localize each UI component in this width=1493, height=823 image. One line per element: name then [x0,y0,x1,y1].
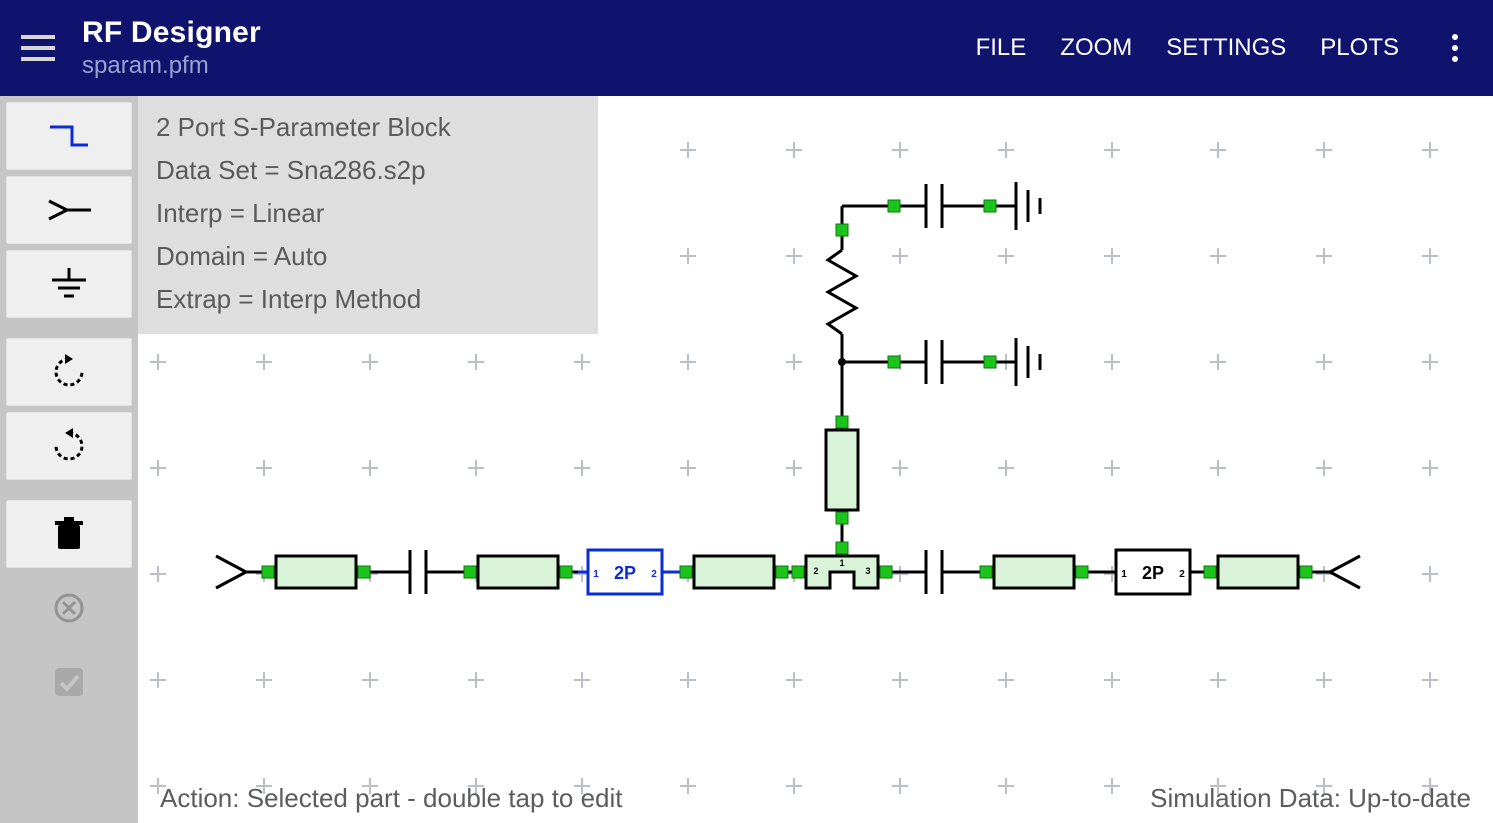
main-menu: FILE ZOOM SETTINGS PLOTS [976,34,1469,62]
svg-text:1: 1 [593,569,599,580]
tool-rotate-cw[interactable] [6,412,132,480]
svg-text:1: 1 [839,558,844,568]
app-title: RF Designer [82,16,261,50]
properties-panel[interactable]: 2 Port S-Parameter Block Data Set = Sna2… [138,96,598,334]
block-2p-selected-label: 2P [614,563,636,583]
svg-text:2: 2 [1179,569,1185,580]
prop-extrap: Extrap = Interp Method [156,278,580,321]
tool-ground[interactable] [6,250,132,318]
app-header: RF Designer sparam.pfm FILE ZOOM SETTING… [0,0,1493,96]
menu-zoom[interactable]: ZOOM [1060,34,1132,62]
svg-text:3: 3 [865,566,870,576]
tool-sidebar [0,96,138,823]
tool-tline[interactable] [6,102,132,170]
body-area: 2P 1 2 2P 1 2 2 3 1 2 Port S-Parameter B… [0,96,1493,823]
file-name: sparam.pfm [82,52,261,80]
svg-text:2: 2 [813,566,818,576]
tool-delete[interactable] [6,500,132,568]
schematic-canvas[interactable]: 2P 1 2 2P 1 2 2 3 1 2 Port S-Parameter B… [138,96,1493,823]
tool-port[interactable] [6,176,132,244]
tool-cancel [6,574,132,642]
menu-settings[interactable]: SETTINGS [1166,34,1286,62]
svg-text:1: 1 [1121,569,1127,580]
overflow-icon[interactable] [1441,34,1469,62]
tool-rotate-ccw[interactable] [6,338,132,406]
prop-title: 2 Port S-Parameter Block [156,106,580,149]
prop-domain: Domain = Auto [156,235,580,278]
menu-icon[interactable] [14,24,62,72]
prop-interp: Interp = Linear [156,192,580,235]
svg-text:2: 2 [651,569,657,580]
prop-dataset: Data Set = Sna286.s2p [156,149,580,192]
tool-confirm [6,648,132,716]
menu-plots[interactable]: PLOTS [1320,34,1399,62]
block-2p-2-label: 2P [1142,563,1164,583]
menu-file[interactable]: FILE [976,34,1027,62]
